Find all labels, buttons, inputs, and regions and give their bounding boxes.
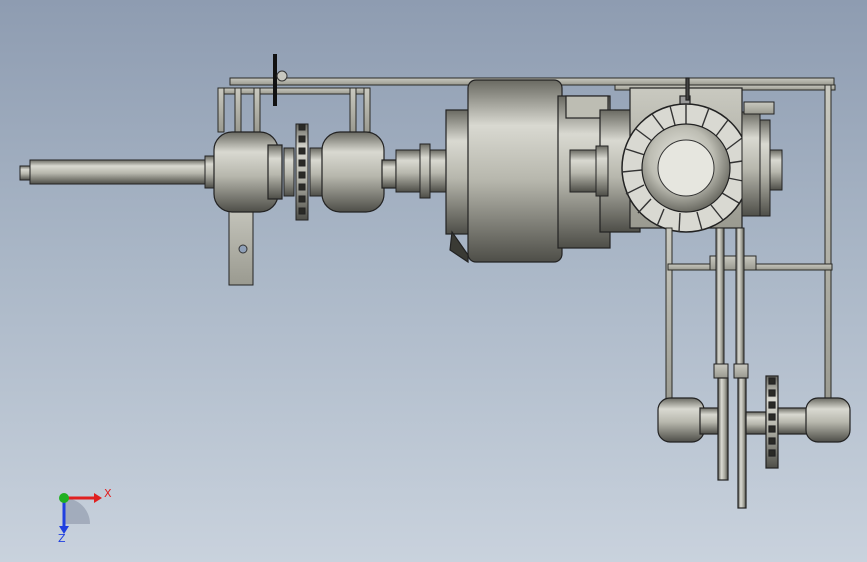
left-bearing-1 [213, 131, 283, 213]
cad-viewport[interactable]: X Z [0, 0, 867, 562]
axis-x-label: X [104, 487, 112, 500]
top-lever [273, 54, 288, 106]
left-bracket [228, 199, 254, 286]
center-coupling [395, 143, 449, 199]
lower-shaft-assembly [657, 375, 851, 509]
drum-output-shaft [569, 145, 609, 197]
coordinate-triad-icon: X Z [58, 487, 112, 545]
vertical-rods [713, 227, 749, 379]
left-shaft [19, 155, 222, 189]
axis-z-label: Z [58, 532, 66, 545]
ring-gear [621, 103, 751, 233]
gearbox-sprocket [741, 101, 783, 217]
model-scene[interactable]: X Z [0, 0, 867, 562]
main-drum [445, 79, 641, 264]
left-sprocket-1 [283, 123, 325, 221]
left-bearing-2 [321, 131, 397, 213]
